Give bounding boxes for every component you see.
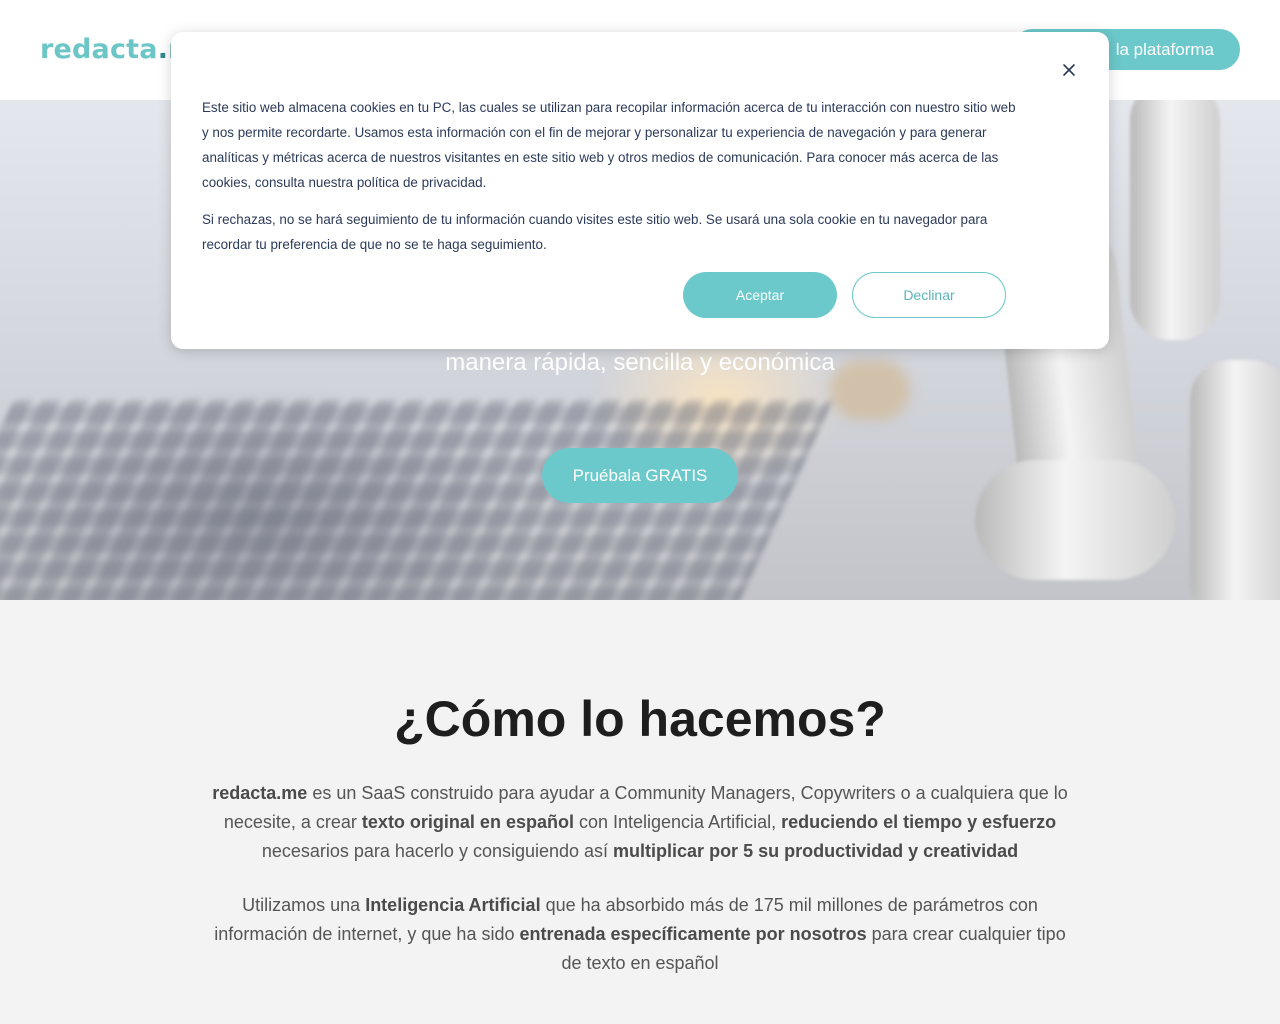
robot-arm-image xyxy=(1130,100,1220,340)
cookie-consent-dialog: Este sitio web almacena cookies en tu PC… xyxy=(171,32,1109,349)
cookie-text-main: Este sitio web almacena cookies en tu PC… xyxy=(202,100,1016,190)
robot-arm-image xyxy=(975,460,1175,580)
emphasis-text: reduciendo el tiempo y esfuerzo xyxy=(781,812,1057,832)
hero-subtitle: manera rápida, sencilla y económica xyxy=(445,349,835,376)
body-text: Utilizamos una xyxy=(242,895,366,915)
robot-arm-image xyxy=(1190,360,1280,600)
cookie-text: Este sitio web almacena cookies en tu PC… xyxy=(202,95,1022,257)
emphasis-text: texto original en español xyxy=(361,812,574,832)
logo-text: redacta xyxy=(40,34,158,65)
try-free-button[interactable]: Pruébala GRATIS xyxy=(542,448,738,503)
emphasis-text: multiplicar por 5 su productividad y cre… xyxy=(613,841,1019,861)
decline-button[interactable]: Declinar xyxy=(852,272,1006,318)
close-icon[interactable] xyxy=(1058,59,1080,81)
logo-dot: . xyxy=(157,34,169,65)
ai-paragraph: Utilizamos una Inteligencia Artificial q… xyxy=(205,891,1075,978)
emphasis-text: Inteligencia Artificial xyxy=(365,895,541,915)
accept-button[interactable]: Aceptar xyxy=(683,272,837,318)
body-text: con Inteligencia Artificial, xyxy=(573,812,782,832)
cookie-text-decline-info: Si rechazas, no se hará seguimiento de t… xyxy=(202,212,988,252)
intro-paragraph: redacta.me es un SaaS construido para ay… xyxy=(205,779,1075,866)
emphasis-text: redacta.me xyxy=(212,783,308,803)
body-text: necesarios para hacerlo y consiguiendo a… xyxy=(261,841,614,861)
emphasis-text: entrenada específicamente por nosotros xyxy=(519,924,867,944)
section-title: ¿Cómo lo hacemos? xyxy=(394,691,886,747)
